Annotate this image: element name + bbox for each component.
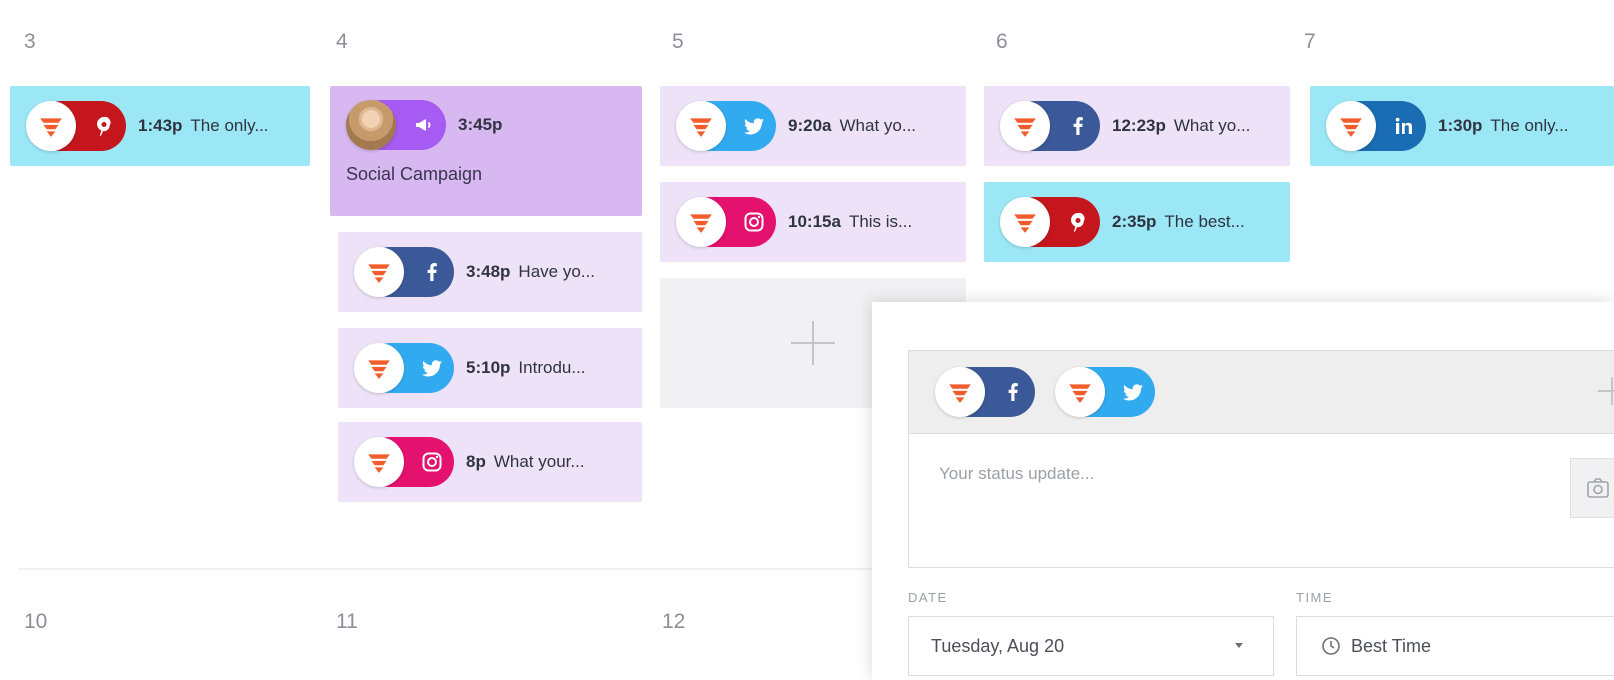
instagram-icon <box>742 210 766 234</box>
scheduled-post-card[interactable]: 1:43p The only... <box>10 86 310 166</box>
chevron-down-icon <box>1235 643 1243 648</box>
post-time: 3:48p <box>466 262 511 281</box>
profile-pill <box>1326 101 1426 151</box>
profile-pill <box>1000 101 1100 151</box>
day-number: 6 <box>996 30 1008 53</box>
status-textarea[interactable]: Your status update... <box>908 434 1614 568</box>
selected-profile-twitter[interactable] <box>1055 367 1155 417</box>
post-time: 8p <box>466 452 486 471</box>
plus-icon <box>791 321 835 365</box>
pinterest-icon <box>92 114 116 138</box>
scheduled-post-card[interactable]: 2:35p The best... <box>984 182 1290 262</box>
linkedin-icon <box>1392 114 1416 138</box>
time-select[interactable]: Best Time <box>1296 616 1614 676</box>
post-title: Introdu... <box>518 358 586 377</box>
post-time: 5:10p <box>466 358 511 377</box>
date-value: Tuesday, Aug 20 <box>931 635 1065 656</box>
avatar <box>346 100 396 150</box>
selected-profile-facebook[interactable] <box>935 367 1035 417</box>
post-title: What your... <box>493 452 585 471</box>
post-time: 10:15a <box>788 212 841 231</box>
profile-pill <box>676 101 776 151</box>
brand-logo-icon <box>1012 113 1038 139</box>
scheduled-post-card[interactable]: 9:20a What yo... <box>660 86 966 166</box>
status-placeholder: Your status update... <box>939 464 1095 483</box>
scheduled-post-card[interactable]: 1:30p The only... <box>1310 86 1614 166</box>
time-value: Best Time <box>1351 635 1432 656</box>
scheduled-post-card[interactable]: 8p What your... <box>338 422 642 502</box>
camera-icon <box>1587 478 1609 498</box>
post-title: The only... <box>1490 116 1569 135</box>
post-title: What yo... <box>1173 116 1251 135</box>
instagram-icon <box>420 450 444 474</box>
campaign-label: Social Campaign <box>346 164 483 184</box>
post-title: This is... <box>848 212 913 231</box>
brand-logo-icon <box>366 259 392 285</box>
clock-icon <box>1322 637 1340 655</box>
day-number: 4 <box>336 30 348 53</box>
megaphone-icon <box>412 113 436 137</box>
add-profile-plus-icon[interactable] <box>1594 373 1614 409</box>
pinterest-icon <box>1066 210 1090 234</box>
facebook-icon <box>1066 114 1090 138</box>
day-number: 11 <box>336 610 358 633</box>
date-label: DATE <box>908 590 948 605</box>
scheduled-post-card[interactable]: 12:23p What yo... <box>984 86 1290 166</box>
post-time: 2:35p <box>1112 212 1157 231</box>
add-media-button[interactable] <box>1570 458 1614 518</box>
brand-logo-icon <box>1067 379 1093 405</box>
day-number: 7 <box>1304 30 1316 53</box>
post-time: 3:45p <box>458 115 503 134</box>
scheduled-post-card[interactable]: 3:48p Have yo... <box>338 232 642 312</box>
profile-pill <box>354 343 454 393</box>
brand-logo-icon <box>688 209 714 235</box>
post-time: 1:43p <box>138 116 183 135</box>
campaign-card[interactable]: 3:45p Social Campaign <box>330 86 642 216</box>
brand-logo-icon <box>688 113 714 139</box>
day-number: 12 <box>662 610 686 633</box>
facebook-icon <box>1001 380 1025 404</box>
brand-logo-icon <box>38 113 64 139</box>
post-time: 12:23p <box>1112 116 1166 135</box>
day-number: 3 <box>24 30 36 53</box>
post-title: What yo... <box>839 116 917 135</box>
post-title: The only... <box>190 116 269 135</box>
twitter-icon <box>742 114 766 138</box>
profile-pill <box>354 437 454 487</box>
twitter-icon <box>420 356 444 380</box>
scheduled-post-card[interactable]: 5:10p Introdu... <box>338 328 642 408</box>
post-title: Have yo... <box>518 262 595 281</box>
time-label: TIME <box>1296 590 1334 605</box>
selected-profiles-bar <box>908 350 1614 434</box>
twitter-icon <box>1121 380 1145 404</box>
day-number: 10 <box>24 610 48 633</box>
profile-pill <box>26 101 126 151</box>
brand-logo-icon <box>366 355 392 381</box>
post-time: 1:30p <box>1438 116 1483 135</box>
campaign-pill <box>346 100 446 150</box>
post-composer-modal: Your status update... DATE TIME Tuesday,… <box>872 302 1614 680</box>
profile-pill <box>1000 197 1100 247</box>
profile-pill <box>354 247 454 297</box>
brand-logo-icon <box>1012 209 1038 235</box>
brand-logo-icon <box>947 379 973 405</box>
day-number: 5 <box>672 30 684 53</box>
post-title: The best... <box>1164 212 1245 231</box>
facebook-icon <box>420 260 444 284</box>
date-select[interactable]: Tuesday, Aug 20 <box>908 616 1274 676</box>
scheduled-post-card[interactable]: 10:15a This is... <box>660 182 966 262</box>
brand-logo-icon <box>1338 113 1364 139</box>
post-time: 9:20a <box>788 116 832 135</box>
brand-logo-icon <box>366 449 392 475</box>
profile-pill <box>676 197 776 247</box>
